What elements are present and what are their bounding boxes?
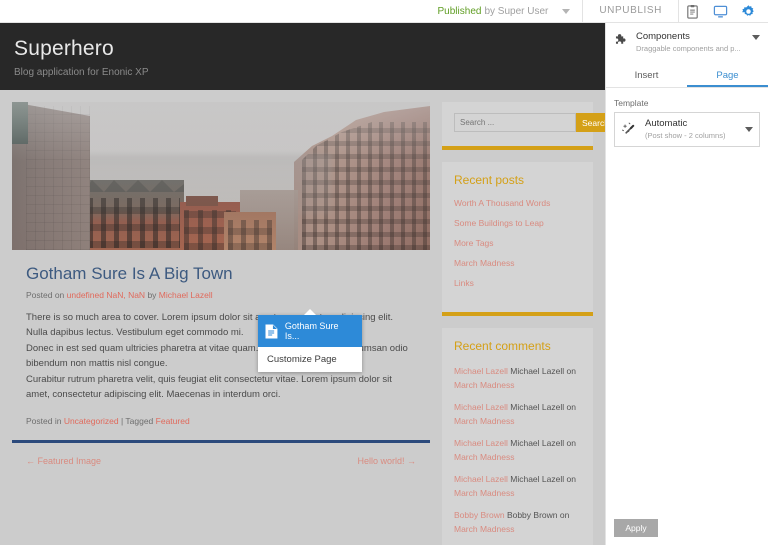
main-column: Gotham Sure Is A Big Town Posted on unde… <box>12 102 430 545</box>
magic-wand-icon <box>622 122 635 134</box>
recent-post-link[interactable]: March Madness <box>454 258 581 269</box>
comment-text: Michael Lazell on <box>510 474 576 484</box>
page-preview: Superhero Blog application for Enonic XP <box>0 23 605 545</box>
previous-post-link[interactable]: ← Featured Image <box>26 456 101 466</box>
status-published-label: Published <box>437 5 482 17</box>
site-title: Superhero <box>14 37 114 60</box>
comment-target-link[interactable]: March Madness <box>454 416 514 426</box>
toolbar-icon-group <box>679 4 768 19</box>
document-icon <box>265 324 278 338</box>
unpublish-button[interactable]: UNPUBLISH <box>583 0 678 22</box>
panel-header: Components Draggable components and p... <box>606 23 768 54</box>
site-header: Superhero Blog application for Enonic XP <box>0 23 605 90</box>
building-center-windows <box>88 198 180 248</box>
comment-target-link[interactable]: March Madness <box>454 488 514 498</box>
chevron-down-icon[interactable] <box>745 127 753 132</box>
comment-author-link[interactable]: Michael Lazell <box>454 474 508 484</box>
template-subtitle: (Post show - 2 columns) <box>645 131 726 140</box>
post-author-link[interactable]: Michael Lazell <box>159 290 213 300</box>
post-footer: Posted in Uncategorized | Tagged Feature… <box>26 416 416 426</box>
panel-header-subtitle: Draggable components and p... <box>636 44 741 53</box>
comment-target-link[interactable]: March Madness <box>454 452 514 462</box>
recent-posts-widget: Recent posts Worth A Thousand Words Some… <box>442 162 593 316</box>
comment-item: Michael Lazell Michael Lazell on March M… <box>454 400 581 428</box>
context-menu-selected-item[interactable]: Gotham Sure Is... <box>258 315 362 347</box>
sidebar-column: Search Recent posts Worth A Thousand Wor… <box>442 102 605 545</box>
post-meta-prefix: Posted on <box>26 290 67 300</box>
top-toolbar: Published by Super User UNPUBLISH <box>0 0 768 23</box>
comment-author-link[interactable]: Michael Lazell <box>454 366 508 376</box>
building-left-glass <box>12 102 28 144</box>
gear-icon[interactable] <box>741 4 756 19</box>
puzzle-icon <box>615 34 626 44</box>
recent-posts-title: Recent posts <box>454 173 525 187</box>
post-meta-by: by <box>145 290 159 300</box>
search-widget: Search <box>442 102 605 150</box>
recent-post-link[interactable]: Some Buildings to Leap <box>454 218 581 229</box>
recent-comments-title: Recent comments <box>454 339 551 353</box>
building-red-2-windows <box>228 220 272 250</box>
template-section: Template Automatic (Post show - 2 column… <box>606 88 768 147</box>
components-panel: Components Draggable components and p...… <box>605 23 768 545</box>
post-body: Gotham Sure Is A Big Town Posted on unde… <box>12 250 430 443</box>
publish-status: Published by Super User <box>438 0 583 22</box>
context-menu-arrow <box>304 309 316 315</box>
post-category-link[interactable]: Uncategorized <box>64 416 119 426</box>
comment-text: Michael Lazell on <box>510 438 576 448</box>
search-button[interactable]: Search <box>576 113 605 132</box>
comment-author-link[interactable]: Michael Lazell <box>454 438 508 448</box>
posted-in-label: Posted in <box>26 416 64 426</box>
chevron-down-icon[interactable] <box>562 8 571 14</box>
apply-button[interactable]: Apply <box>614 519 658 537</box>
comment-text: Michael Lazell on <box>510 366 576 376</box>
comment-target-link[interactable]: March Madness <box>454 524 514 534</box>
search-row: Search <box>454 113 605 132</box>
tab-page[interactable]: Page <box>687 65 768 87</box>
recent-post-link[interactable]: More Tags <box>454 238 581 249</box>
context-menu-selected-label: Gotham Sure Is... <box>284 321 339 341</box>
recent-post-link[interactable]: Links <box>454 278 581 289</box>
post-tag-link[interactable]: Featured <box>156 416 190 426</box>
building-red-1-top <box>186 196 218 206</box>
featured-image <box>12 102 430 250</box>
comment-author-link[interactable]: Michael Lazell <box>454 402 508 412</box>
tab-insert[interactable]: Insert <box>606 65 687 87</box>
comment-text: Michael Lazell on <box>510 402 576 412</box>
component-context-menu: Gotham Sure Is... Customize Page <box>258 309 362 372</box>
panel-tabs: Insert Page <box>606 65 768 88</box>
comment-item: Michael Lazell Michael Lazell on March M… <box>454 436 581 464</box>
post-navigation: ← Featured Image Hello world! → <box>12 443 430 466</box>
recent-post-link[interactable]: Worth A Thousand Words <box>454 198 581 209</box>
post-date-link[interactable]: undefined NaN, NaN <box>67 290 145 300</box>
comment-item: Bobby Brown Bobby Brown on March Madness <box>454 508 581 536</box>
panel-header-title: Components <box>636 31 690 42</box>
status-author-label: by Super User <box>484 5 549 17</box>
comment-target-link[interactable]: March Madness <box>454 380 514 390</box>
customize-page-item[interactable]: Customize Page <box>258 347 362 372</box>
comment-item: Michael Lazell Michael Lazell on March M… <box>454 364 581 392</box>
comment-text: Bobby Brown on <box>506 510 570 520</box>
search-input[interactable] <box>454 113 576 132</box>
next-post-link[interactable]: Hello world! → <box>357 456 416 466</box>
post-title: Gotham Sure Is A Big Town <box>26 264 233 283</box>
template-label: Template <box>614 98 649 108</box>
monitor-icon[interactable] <box>713 4 728 19</box>
site-tagline: Blog application for Enonic XP <box>14 67 149 78</box>
building-left-facade <box>26 106 90 250</box>
template-name: Automatic <box>645 118 688 129</box>
post-paragraph: Curabitur rutrum pharetra velit, quis fe… <box>26 374 392 400</box>
template-dropdown[interactable]: Automatic (Post show - 2 columns) <box>614 112 760 147</box>
recent-comments-widget: Recent comments Michael Lazell Michael L… <box>442 328 593 545</box>
tagged-label: | Tagged <box>118 416 156 426</box>
panel-header-text: Components Draggable components and p... <box>636 31 752 54</box>
comment-author-link[interactable]: Bobby Brown <box>454 510 505 520</box>
clipboard-icon[interactable] <box>685 4 700 19</box>
template-text: Automatic (Post show - 2 columns) <box>645 118 745 141</box>
comment-item: Michael Lazell Michael Lazell on March M… <box>454 472 581 500</box>
panel-collapse-icon[interactable] <box>752 35 760 40</box>
post-meta: Posted on undefined NaN, NaN by Michael … <box>26 290 416 300</box>
